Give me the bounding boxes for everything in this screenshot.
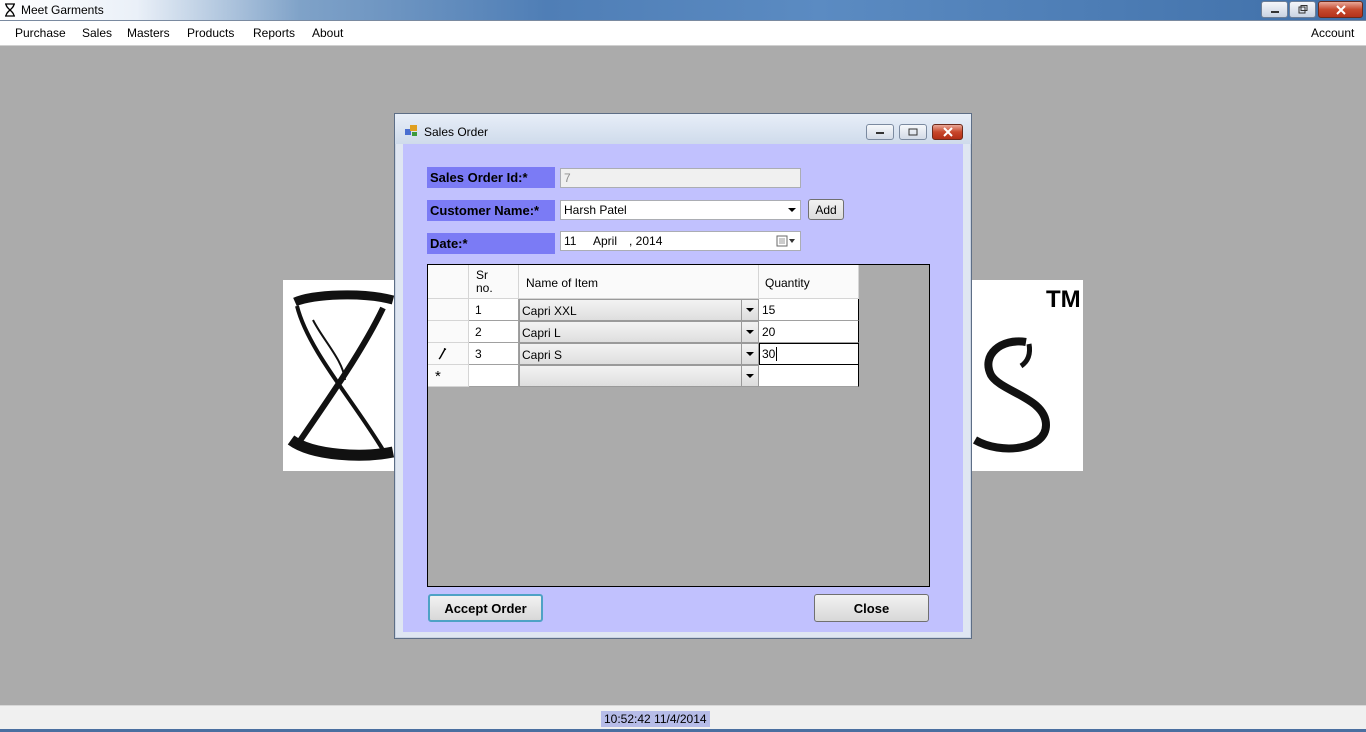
minimize-icon [1270, 10, 1279, 13]
customer-name-combobox[interactable]: Harsh Patel [560, 200, 801, 220]
cell-value: 2 [475, 325, 482, 339]
menu-reports[interactable]: Reports [253, 26, 295, 40]
column-header-sr-no[interactable]: Sr no. [469, 265, 519, 299]
menu-products[interactable]: Products [187, 26, 234, 40]
cell-value: Capri L [522, 326, 561, 340]
add-customer-button[interactable]: Add [808, 199, 844, 220]
grid-corner-header [428, 265, 469, 299]
grid-cell-item-combobox[interactable]: Capri S [519, 343, 759, 365]
calendar-icon [776, 235, 795, 247]
column-header-item-name[interactable]: Name of Item [519, 265, 759, 299]
grid-cell-item-combobox-new[interactable] [519, 365, 759, 387]
close-icon [942, 127, 953, 137]
column-header-label: Name of Item [526, 276, 599, 290]
column-header-label: Quantity [765, 276, 810, 290]
dialog-minimize-button[interactable] [866, 124, 894, 140]
chevron-down-icon[interactable] [741, 322, 758, 342]
chevron-down-icon[interactable] [741, 366, 758, 386]
hourglass-logo-icon [287, 290, 395, 461]
form-icon [405, 125, 417, 136]
main-window-titlebar: Meet Garments [0, 0, 1366, 21]
menu-masters[interactable]: Masters [127, 26, 170, 40]
dialog-titlebar: Sales Order [395, 114, 971, 144]
grid-cell-quantity-editing[interactable]: 30 [759, 343, 859, 365]
date-year: , 2014 [629, 234, 663, 248]
chevron-down-icon[interactable] [741, 300, 758, 320]
column-header-quantity[interactable]: Quantity [759, 265, 859, 299]
hourglass-icon [5, 3, 15, 17]
date-day: 11 [564, 234, 577, 248]
menu-bar: Purchase Sales Masters Products Reports … [0, 21, 1366, 46]
customer-name-label: Customer Name:* [427, 200, 555, 221]
row-header[interactable] [428, 321, 469, 343]
grid-cell-quantity[interactable]: 15 [759, 299, 859, 321]
close-dialog-button[interactable]: Close [814, 594, 929, 622]
menu-account[interactable]: Account [1311, 26, 1354, 40]
grid-cell-quantity[interactable]: 20 [759, 321, 859, 343]
minimize-icon [876, 132, 884, 134]
status-bar: 10:52:42 11/4/2014 [0, 705, 1366, 732]
date-month: April [593, 234, 618, 248]
grid-cell-sr[interactable]: 3 [469, 343, 519, 365]
chevron-down-icon [788, 208, 796, 212]
order-id-field: 7 [560, 168, 801, 188]
trademark-mark: TM [1046, 286, 1081, 313]
app-title: Meet Garments [21, 3, 104, 17]
order-id-label: Sales Order Id:* [427, 167, 555, 188]
restore-icon [1298, 5, 1307, 14]
maximize-button[interactable] [1289, 1, 1316, 18]
column-header-label: Sr no. [476, 268, 493, 295]
row-header[interactable] [428, 299, 469, 321]
chevron-down-icon[interactable] [741, 344, 758, 364]
minimize-button[interactable] [1261, 1, 1288, 18]
menu-purchase[interactable]: Purchase [15, 26, 66, 40]
dialog-close-button[interactable] [932, 124, 963, 140]
status-clock: 10:52:42 11/4/2014 [601, 711, 710, 727]
close-icon [1335, 4, 1346, 15]
grid-cell-item-combobox[interactable]: Capri L [519, 321, 759, 343]
background-logo-right: TM [971, 280, 1083, 471]
new-row-asterisk-icon: * [435, 368, 441, 385]
maximize-icon [908, 128, 918, 136]
menu-about[interactable]: About [312, 26, 343, 40]
cell-value: 1 [475, 303, 482, 317]
accept-order-button[interactable]: Accept Order [428, 594, 543, 622]
grid-cell-sr[interactable]: 1 [469, 299, 519, 321]
pencil-icon [438, 348, 447, 360]
date-label: Date:* [427, 233, 555, 254]
grid-cell-sr-new[interactable] [469, 365, 519, 387]
row-header-editing[interactable] [428, 343, 469, 365]
order-items-grid[interactable]: Sr no. Name of Item Quantity 1 Capri XXL… [427, 264, 930, 587]
cell-value: 20 [762, 325, 776, 339]
cell-value: Capri S [522, 348, 563, 362]
menu-sales[interactable]: Sales [82, 26, 112, 40]
grid-cell-item-combobox[interactable]: Capri XXL [519, 299, 759, 321]
dialog-title: Sales Order [424, 125, 489, 139]
close-window-button[interactable] [1318, 1, 1363, 18]
date-picker[interactable]: 11 April , 2014 [560, 231, 801, 251]
cell-value: 30 [762, 347, 778, 361]
customer-name-value: Harsh Patel [564, 203, 627, 217]
background-logo-left [283, 280, 396, 471]
cell-value: 15 [762, 303, 776, 317]
dialog-maximize-button[interactable] [899, 124, 927, 140]
grid-cell-sr[interactable]: 2 [469, 321, 519, 343]
cell-value: Capri XXL [522, 304, 577, 318]
grid-cell-quantity-new[interactable] [759, 365, 859, 387]
row-header-new[interactable]: * [428, 365, 469, 387]
cell-value: 3 [475, 347, 482, 361]
